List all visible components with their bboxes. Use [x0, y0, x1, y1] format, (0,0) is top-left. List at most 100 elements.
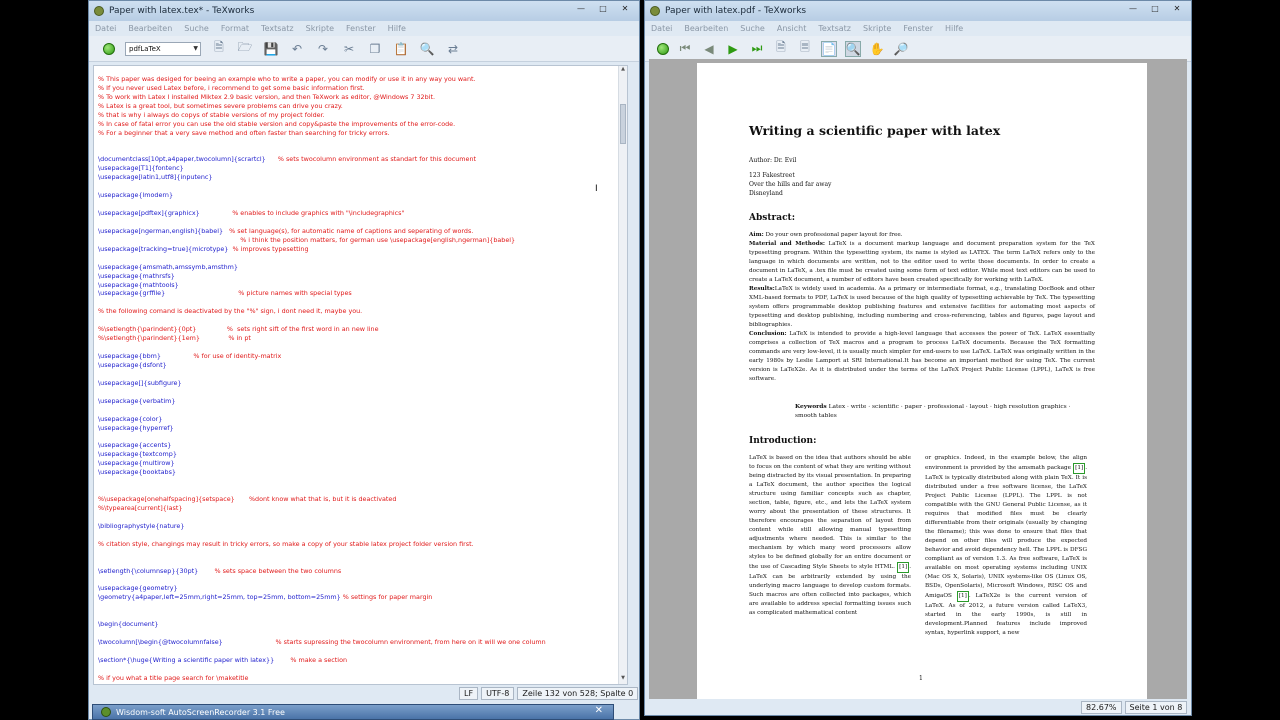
code-text: %\setlength{\parindent}{0pt} % sets righ… [98, 325, 379, 334]
citation-link[interactable]: [1] [897, 562, 910, 573]
prev-page-icon[interactable]: ◀ [701, 41, 717, 57]
menu-item-hilfe[interactable]: Hilfe [388, 24, 406, 33]
minimize-icon[interactable]: — [571, 3, 591, 15]
fit-width-icon[interactable]: 🗏 [797, 40, 813, 57]
typeset-run-button[interactable] [657, 42, 669, 55]
redo-icon[interactable]: ↷ [315, 41, 331, 57]
cursor-position: Zeile 132 von 528; Spalte 0 [517, 687, 639, 700]
code-line: \begin{document} [94, 620, 627, 629]
code-line: \usepackage{geometry} [94, 584, 627, 593]
keywords: Keywords Latex · write · scientific · pa… [795, 402, 1085, 421]
menu-item-hilfe[interactable]: Hilfe [945, 24, 963, 33]
menu-item-fenster[interactable]: Fenster [903, 24, 933, 33]
menu-item-bearbeiten[interactable]: Bearbeiten [684, 24, 728, 33]
paste-icon[interactable]: 📋 [393, 41, 409, 57]
menu-item-textsatz[interactable]: Textsatz [261, 24, 294, 33]
code-editor[interactable]: % This paper was desiged for beeing an e… [93, 65, 628, 685]
menu-item-fenster[interactable]: Fenster [346, 24, 376, 33]
code-line: \usepackage[]{subfigure} [94, 379, 627, 388]
code-comment: % for use of identity-matrix [160, 352, 282, 360]
code-text: % that is why i always do copys of stabl… [98, 110, 325, 119]
pdf-titlebar[interactable]: Paper with latex.pdf - TeXworks — □ ✕ [645, 1, 1191, 21]
maximize-icon[interactable]: □ [1145, 3, 1165, 15]
page-indicator[interactable]: Seite 1 von 8 [1124, 701, 1188, 714]
maximize-icon[interactable]: □ [593, 3, 613, 15]
introduction-heading: Introduction: [749, 436, 817, 446]
first-page-icon[interactable]: ⏮ [677, 41, 693, 57]
line-ending-indicator[interactable]: LF [459, 687, 479, 700]
paper-address: 123 Fakestreet Over the hills and far aw… [749, 171, 1095, 198]
menu-item-bearbeiten[interactable]: Bearbeiten [128, 24, 172, 33]
typeset-run-button[interactable] [103, 42, 115, 55]
editor-scrollbar[interactable]: ▲ ▼ [618, 66, 627, 684]
zoom-level[interactable]: 82.67% [1081, 701, 1122, 714]
code-line: \usepackage{textcomp} [94, 450, 627, 459]
last-page-icon[interactable]: ⏭ [749, 41, 765, 57]
scroll-up-icon[interactable]: ▲ [619, 66, 627, 75]
menu-item-suche[interactable]: Suche [184, 24, 209, 33]
code-line: %\setlength{\parindent}{1em} % in pt [94, 334, 627, 343]
citation-link[interactable]: [1] [1073, 463, 1086, 474]
new-file-icon[interactable]: 🗎 [211, 40, 227, 57]
minimize-icon[interactable]: — [1123, 3, 1143, 15]
pdf-viewer[interactable]: Writing a scientific paper with latex Au… [649, 59, 1187, 699]
save-icon[interactable]: 💾 [263, 41, 279, 57]
code-line: % This paper was desiged for beeing an e… [94, 75, 627, 84]
code-text: \usepackage{geometry} [98, 584, 178, 593]
close-icon[interactable]: ✕ [595, 705, 603, 716]
results-label: Results: [749, 286, 775, 292]
code-line: %\setlength{\parindent}{0pt} % sets righ… [94, 325, 627, 334]
menu-item-ansicht[interactable]: Ansicht [777, 24, 807, 33]
actual-size-icon[interactable]: 🗎 [773, 40, 789, 57]
magnifier-icon[interactable]: 🔍 [845, 40, 861, 57]
menu-item-datei[interactable]: Datei [95, 24, 116, 33]
code-line: \usepackage[latin1,utf8]{inputenc} [94, 173, 627, 182]
hand-tool-icon[interactable]: ✋ [869, 41, 885, 57]
editor-titlebar[interactable]: Paper with latex.tex* - TeXworks — □ ✕ [89, 1, 639, 21]
texworks-app-icon [650, 6, 660, 16]
abstract-text: Aim: Do your own professional paper layo… [749, 231, 1095, 384]
editor-statusbar: LF UTF-8 Zeile 132 von 528; Spalte 0 [459, 687, 639, 700]
find-icon[interactable]: 🔍 [419, 41, 435, 57]
code-text: % To work with Latex I installed Miktex … [98, 92, 435, 101]
replace-icon[interactable]: ⇄ [445, 41, 461, 57]
fit-page-icon[interactable]: 📄 [821, 40, 837, 57]
encoding-indicator[interactable]: UTF-8 [481, 687, 515, 700]
code-text: \usepackage{dsfont} [98, 360, 167, 369]
engine-select[interactable]: pdfLaTeX ▼ [125, 41, 201, 56]
code-text: \documentclass[10pt,a4paper,twocolumn]{s… [98, 155, 266, 164]
cut-icon[interactable]: ✂ [341, 41, 357, 57]
code-comment: % sets space between the two columns [198, 566, 342, 575]
open-folder-icon[interactable]: 🗁 [237, 40, 253, 57]
close-icon[interactable]: ✕ [615, 3, 635, 15]
menu-item-datei[interactable]: Datei [651, 24, 672, 33]
scroll-down-icon[interactable]: ▼ [619, 675, 627, 684]
code-text: %\typearea[current]{last} [98, 503, 183, 512]
code-text: \begin{document} [98, 620, 159, 629]
citation-link[interactable]: [1] [956, 591, 969, 602]
code-text: % the following comand is deactivated by… [98, 307, 363, 316]
menu-item-skripte[interactable]: Skripte [863, 24, 891, 33]
menu-item-suche[interactable]: Suche [740, 24, 765, 33]
taskbar-recorder-window[interactable]: Wisdom-soft AutoScreenRecorder 3.1 Free … [92, 704, 614, 720]
code-text: % For a beginner that a very save method… [98, 128, 390, 137]
code-text: \usepackage{mathrsfs} [98, 271, 175, 280]
menu-item-format[interactable]: Format [221, 24, 249, 33]
next-page-icon[interactable]: ▶ [725, 41, 741, 57]
copy-icon[interactable]: ❐ [367, 41, 383, 57]
menu-item-textsatz[interactable]: Textsatz [818, 24, 851, 33]
find-icon[interactable]: 🔎 [893, 41, 909, 57]
menu-item-skripte[interactable]: Skripte [306, 24, 334, 33]
undo-icon[interactable]: ↶ [289, 41, 305, 57]
scrollbar-thumb[interactable] [620, 104, 626, 144]
close-icon[interactable]: ✕ [1167, 3, 1187, 15]
code-line: % that is why i always do copys of stabl… [94, 111, 627, 120]
texworks-app-icon [94, 6, 104, 16]
pdf-window: Paper with latex.pdf - TeXworks — □ ✕ Da… [644, 0, 1192, 716]
code-line: %\usepackage[onehalfspacing]{setspace} %… [94, 495, 627, 504]
